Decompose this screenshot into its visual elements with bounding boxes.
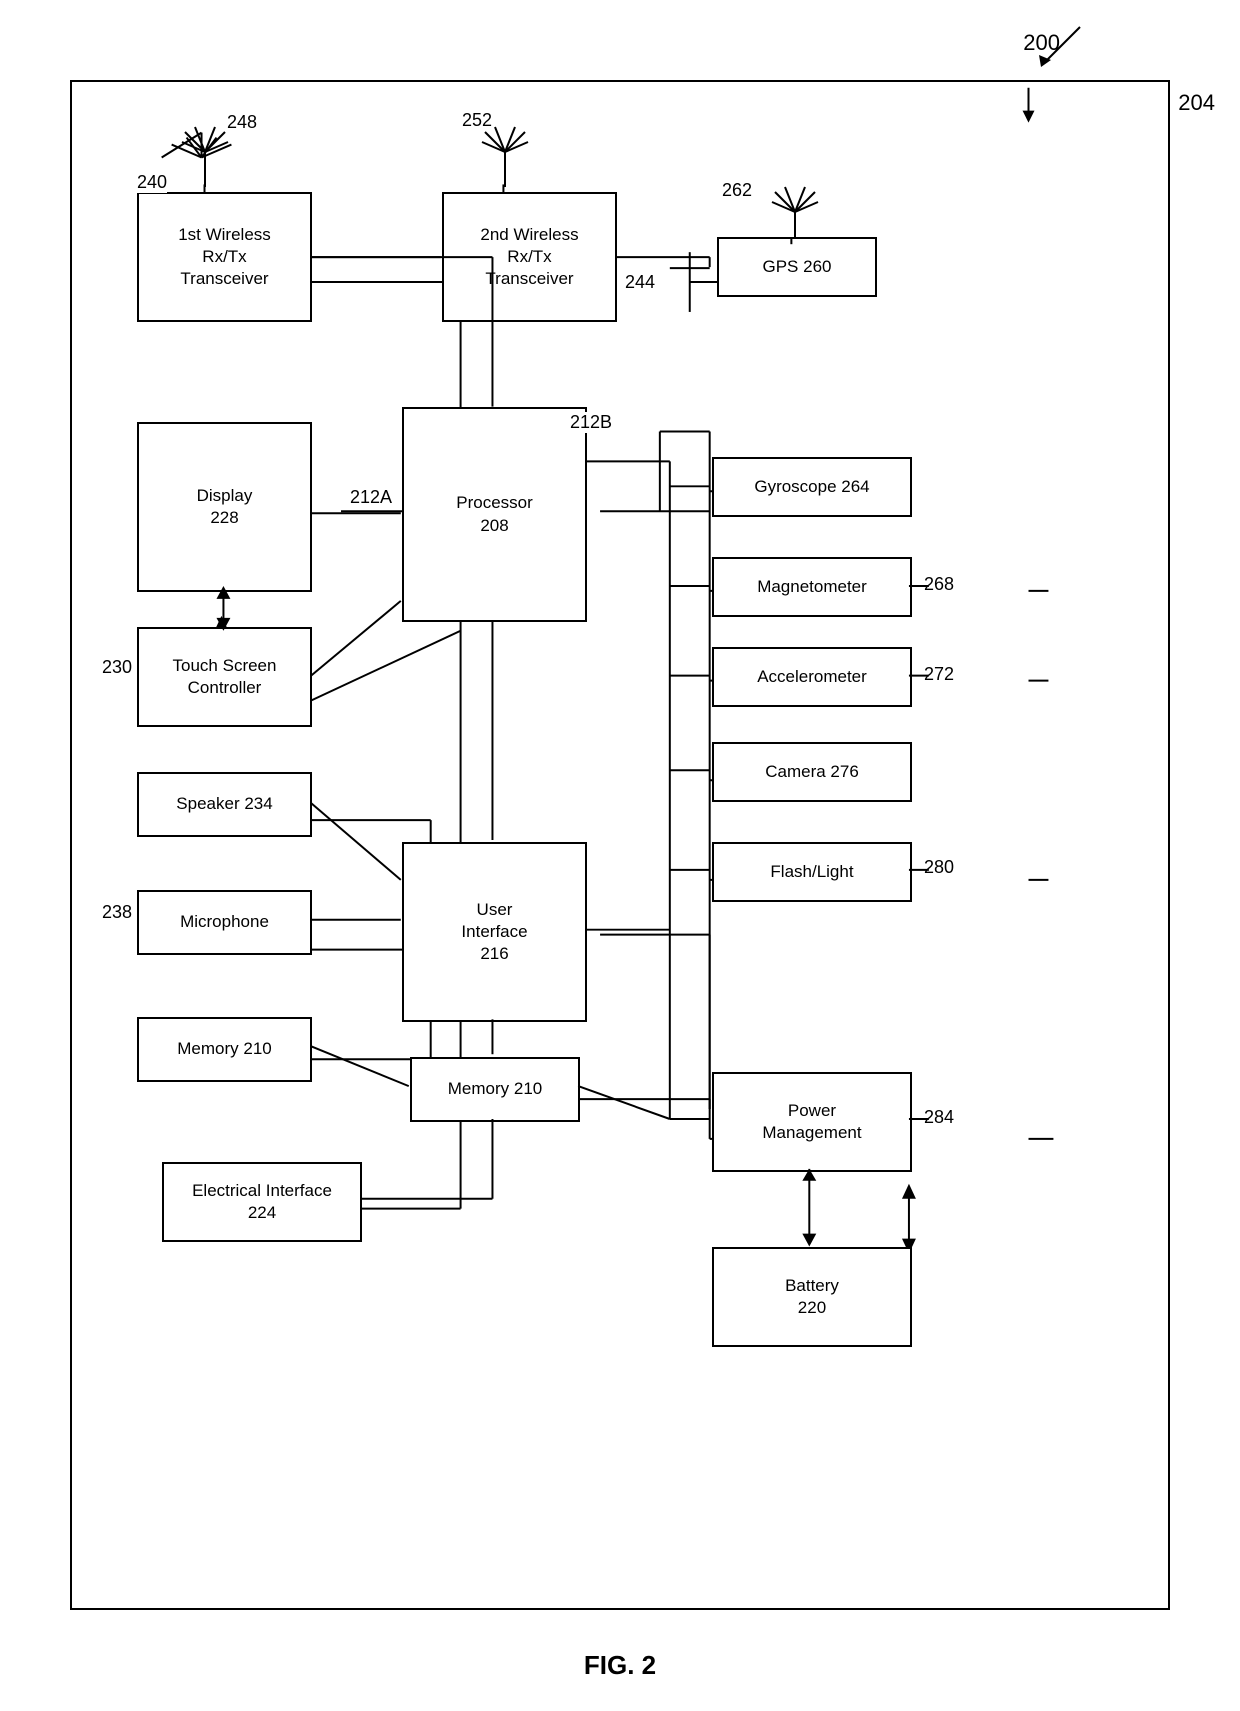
- top-ref-200: 200: [1023, 30, 1060, 56]
- power-mgmt-box: PowerManagement: [712, 1072, 912, 1172]
- accelerometer-box: Accelerometer: [712, 647, 912, 707]
- speaker-label: Speaker 234: [176, 793, 272, 815]
- gyroscope-box: Gyroscope 264: [712, 457, 912, 517]
- ref-212a: 212A: [350, 487, 392, 508]
- ref-238: 238: [102, 902, 132, 923]
- processor-box: Processor208: [402, 407, 587, 622]
- magnetometer-label: Magnetometer: [757, 576, 867, 598]
- ref-244: 244: [625, 272, 655, 293]
- wireless1-box: 1st WirelessRx/TxTransceiver: [137, 192, 312, 322]
- camera-box: Camera 276: [712, 742, 912, 802]
- flash-label: Flash/Light: [770, 861, 853, 883]
- wireless2-box: 2nd WirelessRx/TxTransceiver: [442, 192, 617, 322]
- memory-left-label: Memory 210: [177, 1038, 271, 1060]
- ref-284: 284: [924, 1107, 954, 1128]
- user-interface-box: UserInterface216: [402, 842, 587, 1022]
- user-interface-label: UserInterface216: [461, 899, 527, 965]
- fig-caption: FIG. 2: [584, 1650, 656, 1681]
- memory-center-box: Memory 210: [410, 1057, 580, 1122]
- gps-label: GPS 260: [763, 256, 832, 278]
- ref-230: 230: [102, 657, 132, 678]
- display-label: Display228: [197, 485, 253, 529]
- speaker-box: Speaker 234: [137, 772, 312, 837]
- ref-212b: 212B: [570, 412, 612, 433]
- gyroscope-label: Gyroscope 264: [754, 476, 869, 498]
- processor-label: Processor208: [456, 492, 533, 536]
- ref-262: 262: [722, 180, 752, 201]
- ref-272: 272: [924, 664, 954, 685]
- electrical-box: Electrical Interface224: [162, 1162, 362, 1242]
- ref-252: 252: [462, 110, 492, 131]
- memory-left-box: Memory 210: [137, 1017, 312, 1082]
- magnetometer-box: Magnetometer: [712, 557, 912, 617]
- outer-diagram-box: 248 252: [70, 80, 1170, 1610]
- gps-box: GPS 260: [717, 237, 877, 297]
- accelerometer-label: Accelerometer: [757, 666, 867, 688]
- ref-268: 268: [924, 574, 954, 595]
- flash-box: Flash/Light: [712, 842, 912, 902]
- label-204: 204: [1178, 90, 1215, 116]
- ref-280: 280: [924, 857, 954, 878]
- electrical-label: Electrical Interface224: [192, 1180, 332, 1224]
- wireless2-label: 2nd WirelessRx/TxTransceiver: [480, 224, 578, 290]
- ref-248: 248: [227, 112, 257, 133]
- display-box: Display228: [137, 422, 312, 592]
- touch-screen-box: Touch ScreenController: [137, 627, 312, 727]
- microphone-label: Microphone: [180, 911, 269, 933]
- camera-label: Camera 276: [765, 761, 859, 783]
- antenna-248: [180, 112, 230, 192]
- wireless1-label: 1st WirelessRx/TxTransceiver: [178, 224, 271, 290]
- ref-240: 240: [137, 172, 167, 193]
- power-mgmt-label: PowerManagement: [762, 1100, 861, 1144]
- page-container: 200: [0, 0, 1240, 1711]
- battery-box: Battery220: [712, 1247, 912, 1347]
- memory-center-label: Memory 210: [448, 1078, 542, 1100]
- touch-screen-label: Touch ScreenController: [173, 655, 277, 699]
- microphone-box: Microphone: [137, 890, 312, 955]
- battery-label: Battery220: [785, 1275, 839, 1319]
